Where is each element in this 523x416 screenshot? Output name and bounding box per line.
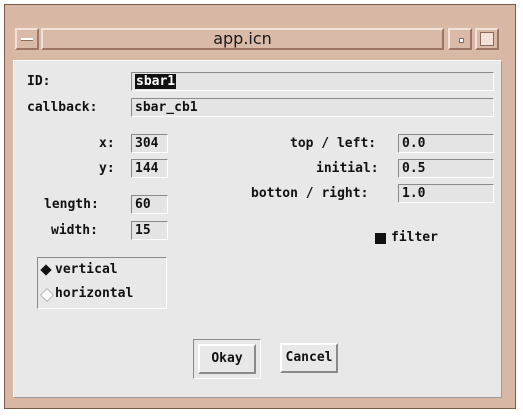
bottom-right-field[interactable]: 1.0 (398, 184, 494, 203)
okay-button[interactable]: Okay (198, 344, 256, 374)
initial-label: initial: (316, 161, 379, 176)
minimize-icon (459, 38, 464, 43)
top-left-field[interactable]: 0.0 (398, 134, 494, 153)
radio-selected-icon (40, 264, 52, 276)
initial-field[interactable]: 0.5 (398, 159, 494, 178)
id-label: ID: (27, 74, 51, 89)
radio-vertical-label: vertical (55, 262, 118, 277)
length-label: length: (44, 197, 99, 212)
window-title: app.icn (41, 28, 444, 50)
radio-unselected-icon (39, 287, 55, 303)
id-field[interactable]: sbar1 (131, 72, 494, 91)
x-field[interactable]: 304 (131, 134, 168, 153)
width-field[interactable]: 15 (131, 221, 168, 240)
bottom-right-label: botton / right: (251, 186, 369, 201)
maximize-button[interactable] (475, 28, 499, 50)
y-field[interactable]: 144 (131, 159, 168, 178)
id-value: sbar1 (135, 74, 177, 89)
maximize-icon (480, 32, 494, 46)
dialog-content: ID: sbar1 callback: sbar_cb1 x: 304 y: 1… (13, 60, 502, 398)
top-left-label: top / left: (290, 136, 377, 151)
filter-checkbox[interactable] (375, 233, 386, 244)
minimize-button[interactable] (448, 28, 472, 50)
okay-default-frame: Okay (193, 339, 261, 379)
cancel-button[interactable]: Cancel (280, 343, 338, 373)
radio-horizontal-label: horizontal (55, 286, 134, 301)
orientation-radio-group: vertical horizontal (37, 257, 167, 309)
title-bar[interactable]: app.icn (13, 25, 502, 53)
menu-icon (21, 38, 33, 41)
window-menu-button[interactable] (15, 28, 39, 50)
callback-label: callback: (27, 100, 98, 115)
width-label: width: (51, 223, 98, 238)
filter-label: filter (391, 230, 438, 245)
callback-field[interactable]: sbar_cb1 (131, 98, 494, 117)
length-field[interactable]: 60 (131, 195, 168, 214)
y-label: y: (99, 161, 115, 176)
x-label: x: (99, 136, 115, 151)
